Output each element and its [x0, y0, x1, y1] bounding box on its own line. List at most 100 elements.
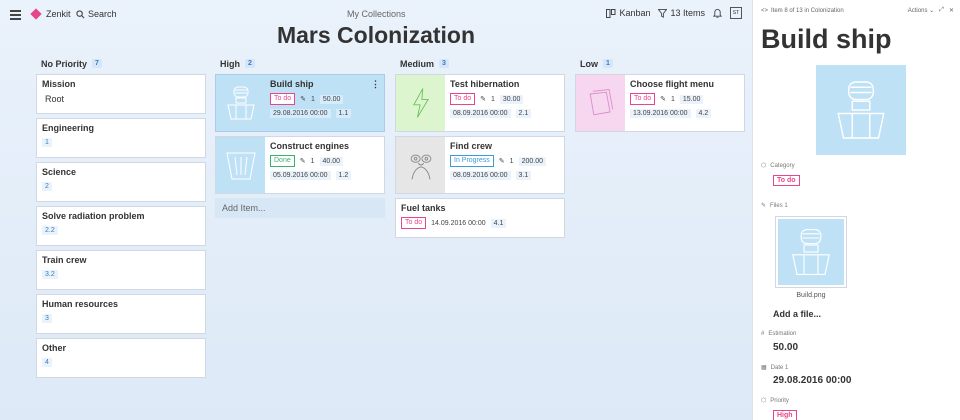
estimation: 50.00 — [319, 94, 344, 104]
estimation-value[interactable]: 50.00 — [773, 342, 798, 353]
files-label: ✎ Files 1 — [761, 202, 788, 210]
task-card-fuel-tanks[interactable]: Fuel tanks To do 14.09.2016 00:00 4.1 — [395, 198, 565, 238]
task-card-build-ship[interactable]: Build ship To do ✎ 1 50.00 29.08.2016 00:… — [215, 74, 385, 132]
task-card-construct-engines[interactable]: Construct engines Done ✎ 1 40.00 05.09.20… — [215, 136, 385, 194]
calendar-icon: ▦ — [761, 365, 767, 371]
prev-next-icon[interactable]: <> — [761, 8, 768, 14]
kanban-icon — [606, 8, 616, 18]
attachment-icon: ✎ — [299, 158, 306, 165]
due-date: 13.09.2016 00:00 — [630, 109, 691, 118]
group-code: 1 — [42, 138, 52, 147]
item-detail-panel: <> Item 8 of 13 in Colonization Actions … — [752, 0, 960, 420]
menu-icon[interactable] — [10, 10, 21, 20]
task-card-find-crew[interactable]: Find crew In Progress ✎ 1 200.00 08.09.20… — [395, 136, 565, 194]
group-title: Solve radiation problem — [42, 211, 145, 221]
group-title: Train crew — [42, 255, 87, 265]
task-card-test-hibernation[interactable]: Test hibernation To do ✎ 1 30.00 08.09.20… — [395, 74, 565, 132]
group-card[interactable]: Engineering 1 — [36, 118, 206, 158]
actions-menu[interactable]: Actions ⌄ — [908, 7, 934, 14]
item-position: Item 8 of 13 in Colonization — [771, 7, 844, 14]
estimation: 15.00 — [679, 94, 704, 104]
due-date: 08.09.2016 00:00 — [450, 109, 511, 118]
group-title: Science — [42, 167, 77, 177]
column-header[interactable]: Medium 3 — [400, 57, 565, 70]
column-name: No Priority — [41, 58, 88, 69]
item-navigator[interactable]: <> Item 8 of 13 in Colonization — [761, 7, 844, 14]
close-icon[interactable]: ✕ — [949, 7, 954, 14]
column-count: 1 — [603, 59, 613, 68]
attachment-icon: ✎ — [660, 96, 666, 103]
group-card[interactable]: Train crew 3.2 — [36, 250, 206, 290]
group-code: 2.2 — [42, 226, 58, 235]
page-title: Mars Colonization — [276, 22, 476, 48]
bell-icon[interactable] — [713, 8, 722, 18]
status-badge: In Progress — [450, 155, 494, 167]
column-name: Low — [580, 58, 598, 69]
tag-icon: ⬡ — [761, 398, 767, 404]
user-avatar[interactable]: ST — [730, 7, 742, 19]
items-count: 13 Items — [670, 8, 705, 18]
add-file-button[interactable]: Add a file... — [773, 309, 821, 319]
breadcrumb[interactable]: My Collections — [347, 9, 406, 19]
priority-label: ⬡ Priority — [761, 397, 789, 405]
column-count: 7 — [92, 59, 102, 68]
column-header[interactable]: Low 1 — [580, 57, 745, 70]
search-label: Search — [88, 9, 117, 19]
lightning-icon — [412, 88, 429, 118]
column-high: High 2 Build ship To do ✎ 1 50.00 29.08.2… — [215, 57, 385, 218]
filter-button[interactable]: 13 Items — [658, 8, 705, 18]
group-card[interactable]: Other 4 — [36, 338, 206, 378]
alien-icon — [410, 154, 431, 180]
group-parent: Root — [45, 94, 65, 104]
group-card[interactable]: Solve radiation problem 2.2 — [36, 206, 206, 246]
attachment-icon: ✎ — [498, 158, 505, 165]
card-title: Test hibernation — [450, 79, 520, 89]
card-thumbnail — [216, 75, 265, 131]
date-value[interactable]: 29.08.2016 00:00 — [773, 375, 851, 386]
group-title: Other — [42, 343, 67, 353]
card-title: Construct engines — [270, 141, 350, 151]
group-code: 4 — [42, 358, 52, 367]
file-name[interactable]: Build.png — [775, 292, 847, 299]
brand-name: Zenkit — [46, 9, 71, 19]
card-thumbnail — [396, 137, 445, 193]
search-icon — [76, 9, 85, 18]
file-count: 1 — [671, 95, 675, 103]
card-title: Build ship — [270, 79, 314, 89]
hash-icon: # — [761, 331, 765, 337]
estimation: 30.00 — [499, 94, 524, 104]
status-badge: Done — [270, 155, 295, 167]
brand[interactable]: Zenkit — [30, 8, 71, 20]
group-card[interactable]: Science 2 — [36, 162, 206, 202]
file-count: 1 — [491, 95, 495, 103]
more-options-icon[interactable]: ⋮ — [371, 79, 380, 90]
column-header[interactable]: High 2 — [220, 57, 385, 70]
column-name: High — [220, 58, 240, 69]
expand-icon[interactable]: ⤢ — [939, 7, 944, 14]
item-code: 4.1 — [490, 218, 507, 228]
file-thumbnail[interactable] — [775, 216, 847, 288]
add-item-button[interactable]: Add Item... — [215, 198, 385, 218]
spaceship-icon — [792, 229, 830, 275]
view-switcher[interactable]: Kanban — [606, 8, 650, 18]
column-count: 2 — [245, 59, 255, 68]
column-name: Medium — [400, 58, 435, 69]
item-preview-image[interactable] — [816, 65, 906, 155]
column-header[interactable]: No Priority 7 — [41, 57, 206, 70]
estimation: 200.00 — [518, 156, 546, 166]
search-button[interactable]: Search — [76, 9, 117, 19]
group-card[interactable]: Human resources 3 — [36, 294, 206, 334]
category-badge[interactable]: To do — [773, 175, 800, 186]
card-thumbnail — [216, 137, 265, 193]
item-title[interactable]: Build ship — [761, 24, 892, 55]
group-code: 3.2 — [42, 270, 58, 279]
due-date: 14.09.2016 00:00 — [431, 219, 486, 227]
task-card-choose-flight-menu[interactable]: Choose flight menu To do ✎ 1 15.00 13.09.… — [575, 74, 745, 132]
priority-badge[interactable]: High — [773, 410, 797, 420]
estimation: 40.00 — [319, 156, 344, 166]
group-title: Human resources — [42, 299, 119, 309]
estimation-label-text: Estimation — [768, 331, 797, 337]
status-badge: To do — [270, 93, 296, 105]
filter-icon — [658, 8, 668, 18]
group-card[interactable]: Mission Root — [36, 74, 206, 114]
